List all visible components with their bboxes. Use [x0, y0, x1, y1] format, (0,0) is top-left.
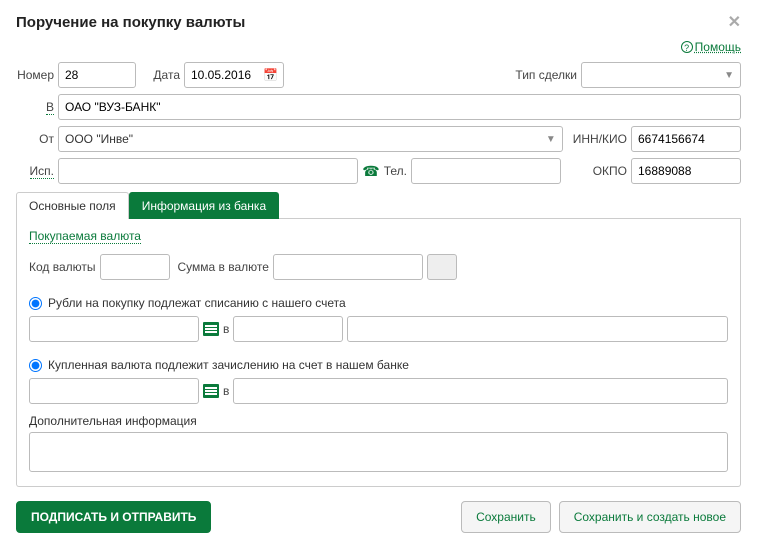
- tabs: Основные поля Информация из банка: [16, 192, 741, 219]
- debit-radio[interactable]: [29, 297, 42, 310]
- amount-action-button[interactable]: [427, 254, 457, 280]
- main-panel: Покупаемая валюта Код валюты Сумма в вал…: [16, 219, 741, 487]
- okpo-input[interactable]: [631, 158, 741, 184]
- inn-input[interactable]: [631, 126, 741, 152]
- date-label: Дата: [146, 68, 180, 82]
- phone-icon[interactable]: ☎: [362, 163, 379, 180]
- help-icon: ?: [681, 41, 693, 53]
- in-bank-label[interactable]: В: [16, 100, 54, 114]
- purchase-section-title[interactable]: Покупаемая валюта: [29, 229, 141, 244]
- addinfo-input[interactable]: [29, 432, 728, 472]
- deal-type-select[interactable]: ▼: [581, 62, 741, 88]
- bank-input[interactable]: [58, 94, 741, 120]
- debit-radio-label: Рубли на покупку подлежат списанию с наш…: [48, 296, 346, 310]
- isp-label[interactable]: Исп.: [16, 164, 54, 178]
- tab-main[interactable]: Основные поля: [16, 192, 129, 219]
- credit-bank-input[interactable]: [233, 378, 728, 404]
- save-button[interactable]: Сохранить: [461, 501, 551, 533]
- credit-radio[interactable]: [29, 359, 42, 372]
- deal-type-label: Тип сделки: [515, 68, 577, 82]
- help-link[interactable]: Помощь: [695, 40, 741, 54]
- from-select[interactable]: ООО "Инве" ▼: [58, 126, 563, 152]
- amount-label: Сумма в валюте: [178, 260, 269, 274]
- number-label: Номер: [16, 68, 54, 82]
- debit-in-label: в: [223, 322, 229, 336]
- save-new-button[interactable]: Сохранить и создать новое: [559, 501, 741, 533]
- book-icon[interactable]: [203, 384, 219, 398]
- debit-bank-code-input[interactable]: [233, 316, 343, 342]
- credit-in-label: в: [223, 384, 229, 398]
- chevron-down-icon: ▼: [724, 70, 734, 81]
- book-icon[interactable]: [203, 322, 219, 336]
- tel-label: Тел.: [384, 164, 407, 178]
- currency-code-input[interactable]: [100, 254, 170, 280]
- okpo-label: ОКПО: [571, 164, 627, 178]
- date-input[interactable]: [184, 62, 284, 88]
- credit-account-input[interactable]: [29, 378, 199, 404]
- from-label: От: [16, 132, 54, 146]
- currency-code-label: Код валюты: [29, 260, 96, 274]
- sign-send-button[interactable]: ПОДПИСАТЬ И ОТПРАВИТЬ: [16, 501, 211, 533]
- addinfo-label: Дополнительная информация: [29, 414, 197, 428]
- amount-input[interactable]: [273, 254, 423, 280]
- chevron-down-icon: ▼: [546, 134, 556, 145]
- dialog-title: Поручение на покупку валюты: [16, 14, 245, 31]
- number-input[interactable]: [58, 62, 136, 88]
- tab-bank-info[interactable]: Информация из банка: [129, 192, 279, 219]
- credit-radio-label: Купленная валюта подлежит зачислению на …: [48, 358, 409, 372]
- isp-input[interactable]: [58, 158, 358, 184]
- inn-label: ИНН/КИО: [573, 132, 627, 146]
- close-icon[interactable]: ✕: [728, 12, 741, 32]
- debit-account-input[interactable]: [29, 316, 199, 342]
- tel-input[interactable]: [411, 158, 561, 184]
- debit-bank-name-input[interactable]: [347, 316, 728, 342]
